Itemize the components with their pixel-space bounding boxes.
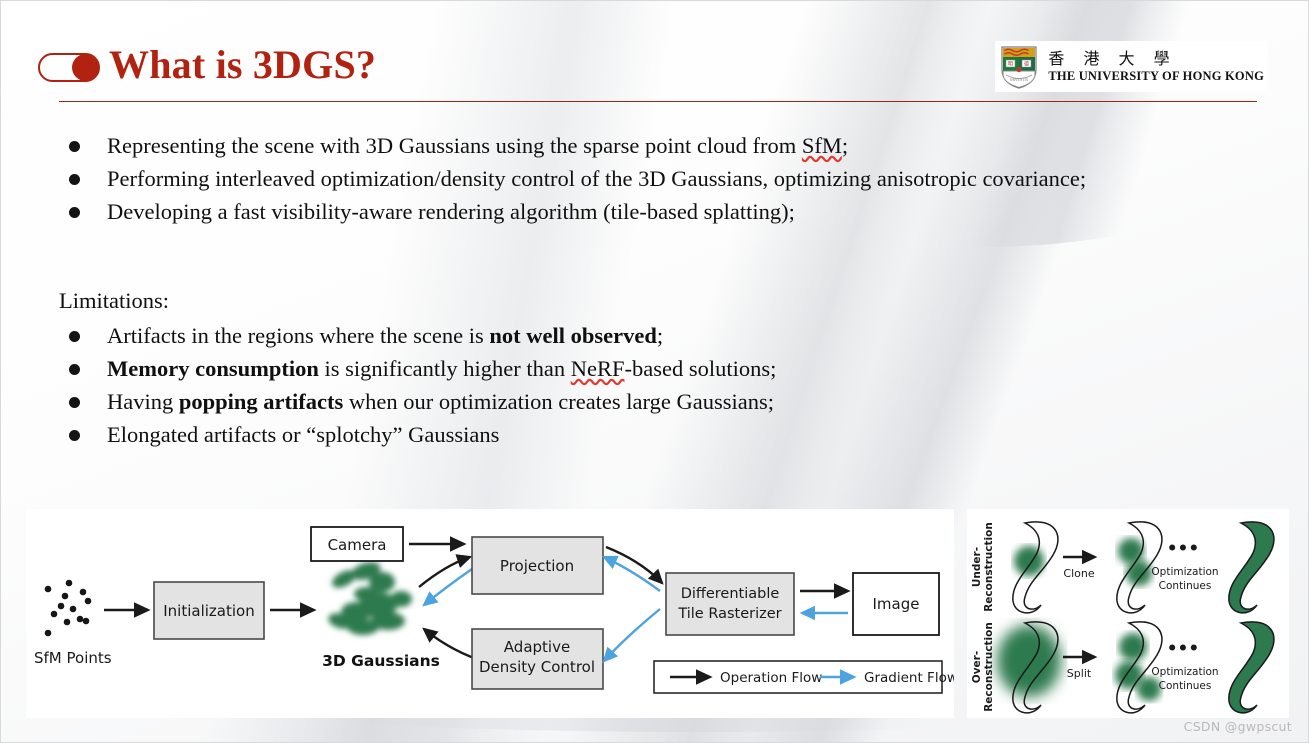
under-reconstruction-label-2: Reconstruction [983,522,995,612]
svg-text:Initialization: Initialization [163,602,254,620]
svg-text:Density Control: Density Control [479,658,595,676]
svg-text:Projection: Projection [500,557,574,575]
limitation-text-0: Artifacts in the regions where the scene… [107,323,664,348]
svg-text:Differentiable: Differentiable [681,586,780,602]
image-box: Image [852,572,940,636]
arrow-rasterizer-to-density [602,608,661,663]
limitations-list: Artifacts in the regions where the scene… [59,319,1255,451]
sfm-points-label: SfM Points [34,649,112,667]
bullet-text-1: Performing interleaved optimization/dens… [107,166,1087,191]
tile-rasterizer-box: Differentiable Tile Rasterizer [665,572,795,636]
arrow-projection-to-gaussians [422,568,473,607]
over-reconstruction-label-1: Over- [971,651,983,683]
arrow-projection-to-rasterizer [605,545,664,585]
list-item: Elongated artifacts or “splotchy” Gaussi… [59,418,1255,451]
bullet-text-2: Developing a fast visibility-aware rende… [107,199,795,224]
legend-operation-flow: Operation Flow [720,670,822,686]
gaussians-blob [328,562,412,635]
list-item: Memory consumption is significantly high… [59,352,1255,385]
adaptive-density-control-box: Adaptive Density Control [471,628,604,690]
over-reconstruction-label-2: Reconstruction [983,622,995,712]
svg-text:Image: Image [873,595,920,613]
flow-legend: Operation Flow Gradient Flow [653,660,954,694]
hku-logo-text: 香 港 大 學 THE UNIVERSITY OF HONG KONG [1048,48,1264,83]
title-divider [59,101,1257,102]
ellipsis-2: ••• [1167,639,1200,659]
bullet-text-0: Representing the scene with 3D Gaussians… [107,133,849,158]
limitation-text-3: Elongated artifacts or “splotchy” Gaussi… [107,422,500,447]
svg-text:Adaptive: Adaptive [504,638,570,656]
under-reconstruction-row: Clone ••• Optimization Continues [1012,521,1275,614]
svg-text:德: 德 [1024,60,1029,67]
optimization-continues-2a: Optimization [1151,666,1218,678]
legend-gradient-flow: Gradient Flow [864,670,954,686]
optimization-continues-1a: Optimization [1151,566,1218,578]
list-item: Artifacts in the regions where the scene… [59,319,1255,352]
initialization-box: Initialization [153,581,265,640]
limitation-text-2: Having popping artifacts when our optimi… [107,389,774,414]
limitation-text-1: Memory consumption is significantly high… [107,356,777,381]
over-reconstruction-row: Split ••• Optimization Continues [997,621,1275,714]
hku-logo: 明 德 SAPIENTIA 香 港 大 學 THE UNIVERSITY OF … [995,41,1268,92]
svg-text:Camera: Camera [328,536,387,554]
list-item: Having popping artifacts when our optimi… [59,385,1255,418]
slide-body: Representing the scene with 3D Gaussians… [59,129,1255,451]
slide-header: What is 3DGS? 明 德 SAPIENTIA 香 港 大 學 THE … [1,1,1308,113]
limitations-heading: Limitations: [59,288,169,313]
hku-name-cn: 香 港 大 學 [1048,48,1177,68]
clone-label: Clone [1063,567,1094,580]
pipeline-figure: SfM Points Initialization 3D Gaussians C… [26,509,954,718]
under-reconstruction-label-1: Under- [971,547,983,587]
optimization-continues-2b: Continues [1159,680,1212,692]
sfm-point-cloud [44,579,92,637]
projection-box: Projection [471,536,604,595]
slide: What is 3DGS? 明 德 SAPIENTIA 香 港 大 學 THE … [0,0,1309,743]
gaussians-label: 3D Gaussians [322,652,440,670]
hku-crest-icon: 明 德 SAPIENTIA [999,44,1039,89]
svg-text:SAPIENTIA: SAPIENTIA [1010,78,1029,82]
hku-name-en: THE UNIVERSITY OF HONG KONG [1048,68,1264,83]
toggle-on-icon [38,53,100,82]
page-title: What is 3DGS? [109,42,377,87]
list-item: Performing interleaved optimization/dens… [59,162,1255,195]
optimization-continues-1b: Continues [1159,580,1212,592]
ellipsis-1: ••• [1167,539,1200,559]
densification-figure: Under- Reconstruction Over- Reconstructi… [967,509,1289,718]
svg-text:Tile Rasterizer: Tile Rasterizer [677,606,781,622]
svg-text:明: 明 [1008,61,1013,67]
arrow-gaussians-to-projection [418,554,473,588]
key-points-list: Representing the scene with 3D Gaussians… [59,129,1255,228]
list-item: Representing the scene with 3D Gaussians… [59,129,1255,162]
list-item: Developing a fast visibility-aware rende… [59,195,1255,228]
split-label: Split [1067,667,1092,680]
camera-box: Camera [310,526,404,562]
watermark: CSDN @gwpscut [1183,719,1292,734]
